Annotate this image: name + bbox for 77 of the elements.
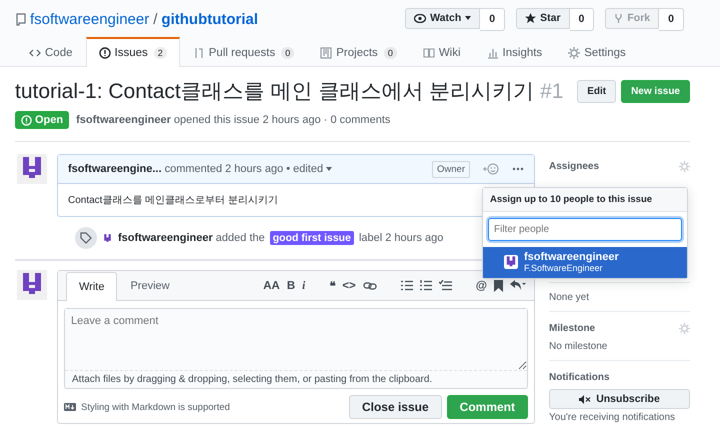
markdown-note[interactable]: Styling with Markdown is supported (81, 402, 230, 412)
count-badge: 0 (480, 8, 506, 30)
avatar-icon (17, 270, 47, 300)
count-badge: 0 (570, 8, 594, 30)
numbered-list-icon[interactable] (420, 280, 432, 291)
repo-owner-link[interactable]: fsoftwareengineer (30, 10, 150, 28)
issue-label[interactable]: good first issue (270, 231, 354, 245)
path-separator: / (153, 10, 158, 28)
avatar-icon (102, 232, 113, 244)
toolbar-button[interactable]: @ (476, 280, 487, 292)
markdown-icon (64, 403, 76, 411)
sidebar-heading[interactable]: Assignees (549, 160, 600, 172)
editor-tab[interactable]: Preview (117, 271, 183, 300)
fork-icon (614, 12, 624, 24)
event-time: label 2 hours ago (358, 232, 444, 244)
avatar-icon (504, 255, 518, 269)
more-icon[interactable] (512, 167, 524, 171)
issue-meta: fsoftwareengineer opened this issue 2 hours ago · 0 comments (76, 114, 390, 126)
comment-header: fsoftwareengine... commented 2 hours ago • (68, 163, 290, 175)
task-list-icon[interactable] (438, 280, 452, 291)
repo-name-link[interactable]: githubtutorial (161, 10, 258, 28)
code-icon (29, 47, 41, 59)
close-issue-button[interactable]: Close issue (348, 395, 442, 419)
italic-button[interactable]: i (302, 280, 306, 292)
dropdown-title: Assign up to 10 people to this issue (483, 188, 687, 212)
bar-graph-icon (486, 47, 499, 59)
bookmark-icon[interactable] (494, 280, 503, 292)
filter-input[interactable]: Filter people (488, 218, 682, 241)
edited-link[interactable]: edited (293, 163, 324, 175)
toolbar-button[interactable]: ❝ (329, 278, 336, 292)
tag-icon (75, 227, 97, 249)
comment-input[interactable]: Leave a comment (65, 309, 527, 371)
mute-icon (579, 394, 594, 404)
repo-icon (16, 12, 26, 26)
issue-title: tutorial-1: Contact클래스를 메인 클래스에서 분리시키기 #1 (15, 79, 564, 105)
repo-tab[interactable]: Projects 0 (307, 39, 410, 66)
star-button[interactable]: Star (516, 8, 570, 28)
pull-request-icon (192, 47, 205, 59)
link-icon[interactable] (362, 280, 377, 290)
comment-field[interactable]: Leave a comment Attach files by dragging & dropping, selecting them, or pasting from the clipboard. (64, 308, 528, 389)
caret-icon (465, 16, 472, 20)
book-icon (422, 47, 435, 59)
unsubscribe-button[interactable]: Unsubscribe (549, 389, 690, 409)
settings-icon (568, 47, 580, 59)
caret-icon[interactable] (326, 167, 332, 171)
status-badge: Open (15, 111, 70, 129)
repo-tab[interactable]: Code (16, 39, 86, 66)
project-board-icon (320, 47, 332, 59)
user-option[interactable]: fsoftwareengineer F.SoftwareEngineer (483, 247, 687, 278)
repo-tab[interactable]: Wiki (410, 39, 474, 66)
sidebar-heading[interactable]: Milestone (549, 322, 596, 334)
editor-tab[interactable]: Write (66, 272, 118, 301)
sidebar-value: You're receiving notifications (549, 412, 676, 423)
event-text: fsoftwareengineer added the (118, 232, 265, 244)
toolbar-button[interactable]: <> (342, 280, 356, 292)
owner-badge: Owner (432, 160, 470, 178)
sidebar-value: None yet (549, 292, 590, 303)
toolbar-button[interactable]: AA (263, 280, 280, 292)
repo-tab[interactable]: Issues 2 (86, 37, 180, 67)
watch-button[interactable]: Watch (405, 8, 480, 28)
attach-hint[interactable]: Attach files by dragging & dropping, selecting them, or pasting from the clipboard. (65, 371, 527, 388)
repo-tab[interactable]: Pull requests 0 (180, 39, 308, 66)
comment-body: Contact클래스를 메인클래스로부터 분리시키기 (68, 195, 278, 206)
count-badge: 0 (659, 8, 684, 30)
bullet-list-icon[interactable] (400, 280, 413, 291)
edit-button[interactable]: Edit (577, 80, 616, 102)
add-reaction-icon[interactable] (483, 163, 499, 175)
eye-icon (414, 14, 426, 22)
toolbar-button[interactable]: B (286, 280, 296, 292)
sidebar-heading: Notifications (549, 372, 610, 382)
sidebar-value: No milestone (549, 341, 608, 352)
star-icon (525, 12, 536, 24)
issue-icon (98, 47, 110, 59)
repo-tab[interactable]: Settings (555, 39, 639, 66)
avatar-icon (17, 154, 47, 184)
reply-icon[interactable] (510, 280, 526, 291)
repo-tab[interactable]: Insights (474, 39, 556, 66)
